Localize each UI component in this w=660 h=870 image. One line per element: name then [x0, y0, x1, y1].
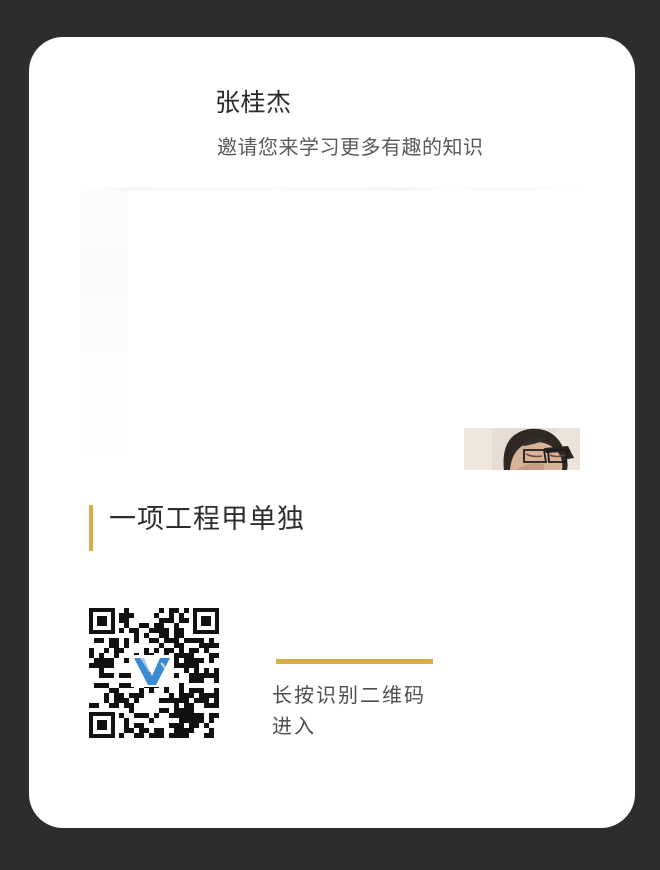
inviter-name: 张桂杰: [215, 88, 292, 117]
qr-accent-line: [276, 659, 433, 664]
title-accent-bar: [89, 505, 93, 551]
course-cover-image: [80, 187, 580, 470]
scan-hint-text: 长按识别二维码进入: [272, 683, 426, 738]
presenter-photo: [464, 428, 580, 470]
share-poster-card: 张桂杰 邀请您来学习更多有趣的知识 一项工程甲单独 长按识别二维码进入: [29, 37, 635, 828]
course-title: 一项工程甲单独: [109, 504, 305, 535]
qr-code-icon[interactable]: [89, 608, 219, 738]
cover-faint-panel: [80, 191, 128, 470]
qr-code-graphic: [89, 608, 219, 738]
invite-message: 邀请您来学习更多有趣的知识: [217, 135, 484, 159]
presenter-photo-icon: [464, 428, 580, 470]
cover-faint-strip: [80, 187, 580, 191]
